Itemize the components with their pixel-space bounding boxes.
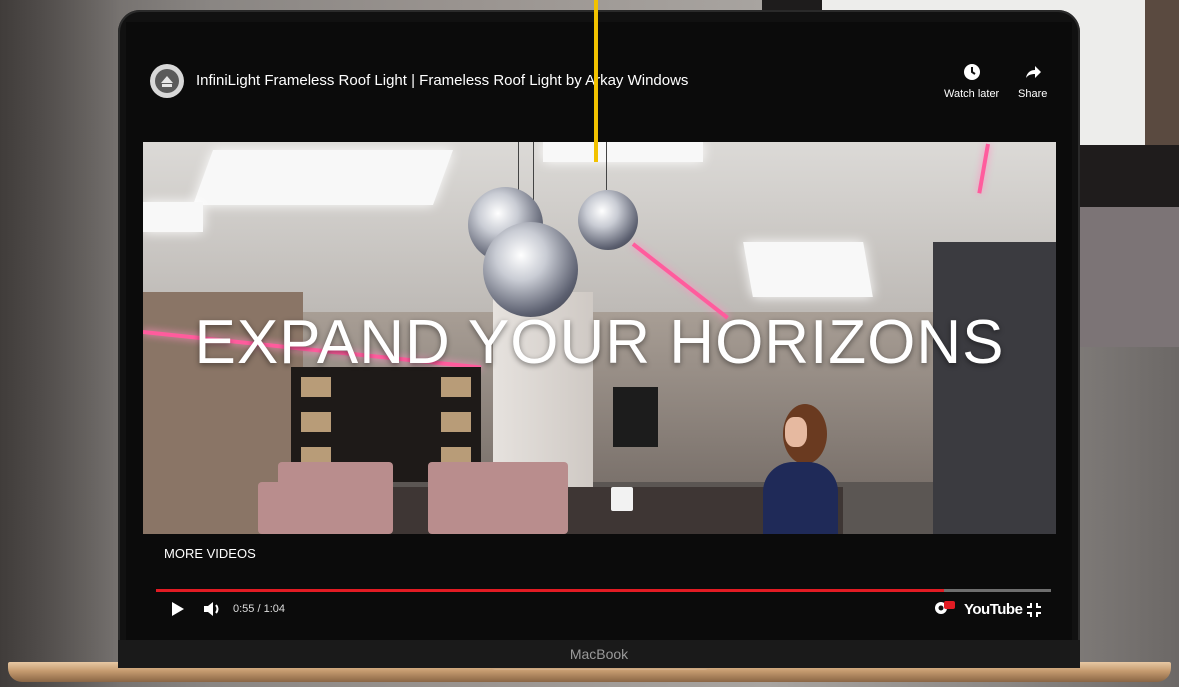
person-body: [763, 462, 838, 534]
arkay-logo-icon[interactable]: [150, 64, 184, 98]
progress-bar[interactable]: [156, 589, 1051, 592]
pendant-light: [483, 222, 578, 317]
background-edge: [1145, 0, 1179, 145]
mug: [611, 487, 633, 511]
pendant-light: [578, 190, 638, 250]
person-face: [785, 417, 807, 447]
background-wall: [1080, 207, 1179, 347]
skylight: [143, 202, 203, 232]
share-button[interactable]: Share: [1018, 62, 1047, 100]
play-button[interactable]: [170, 600, 186, 623]
skylight: [743, 242, 873, 297]
video-title-link[interactable]: InfiniLight Frameless Roof Light | Frame…: [196, 72, 688, 89]
wall-tv: [613, 387, 658, 447]
watch-later-label: Watch later: [944, 88, 1000, 100]
share-label: Share: [1018, 88, 1048, 100]
laptop-chin-label: MacBook: [118, 640, 1080, 668]
video-player[interactable]: InfiniLight Frameless Roof Light | Frame…: [126, 22, 1072, 640]
more-videos-button[interactable]: MORE VIDEOS: [164, 546, 256, 561]
dining-chair: [258, 482, 288, 534]
play-icon: [172, 602, 184, 616]
volume-button[interactable]: [202, 600, 222, 623]
video-frame[interactable]: EXPAND YOUR HORIZONS: [143, 142, 1056, 534]
kitchen-cabinet: [933, 242, 1056, 534]
progress-played: [156, 589, 944, 592]
dining-chair: [278, 462, 393, 534]
skylight: [192, 150, 454, 205]
time-display: 0:55 / 1:04: [233, 603, 285, 615]
background-shelf: [1080, 145, 1179, 207]
settings-gear-icon: [935, 601, 955, 614]
exit-fullscreen-icon: [1027, 603, 1041, 617]
video-overlay-title: EXPAND YOUR HORIZONS: [194, 308, 1005, 377]
settings-button[interactable]: [932, 599, 956, 622]
fullscreen-button[interactable]: [1026, 602, 1042, 623]
dining-chair: [428, 462, 568, 534]
youtube-logo[interactable]: YouTube: [964, 601, 1023, 618]
share-arrow-icon: [1025, 66, 1041, 78]
skylight: [543, 142, 703, 162]
background-shadow: [0, 0, 120, 687]
callout-line: [594, 0, 598, 162]
clock-icon: [963, 64, 980, 80]
volume-icon: [204, 602, 219, 616]
watch-later-button[interactable]: Watch later: [944, 62, 999, 100]
